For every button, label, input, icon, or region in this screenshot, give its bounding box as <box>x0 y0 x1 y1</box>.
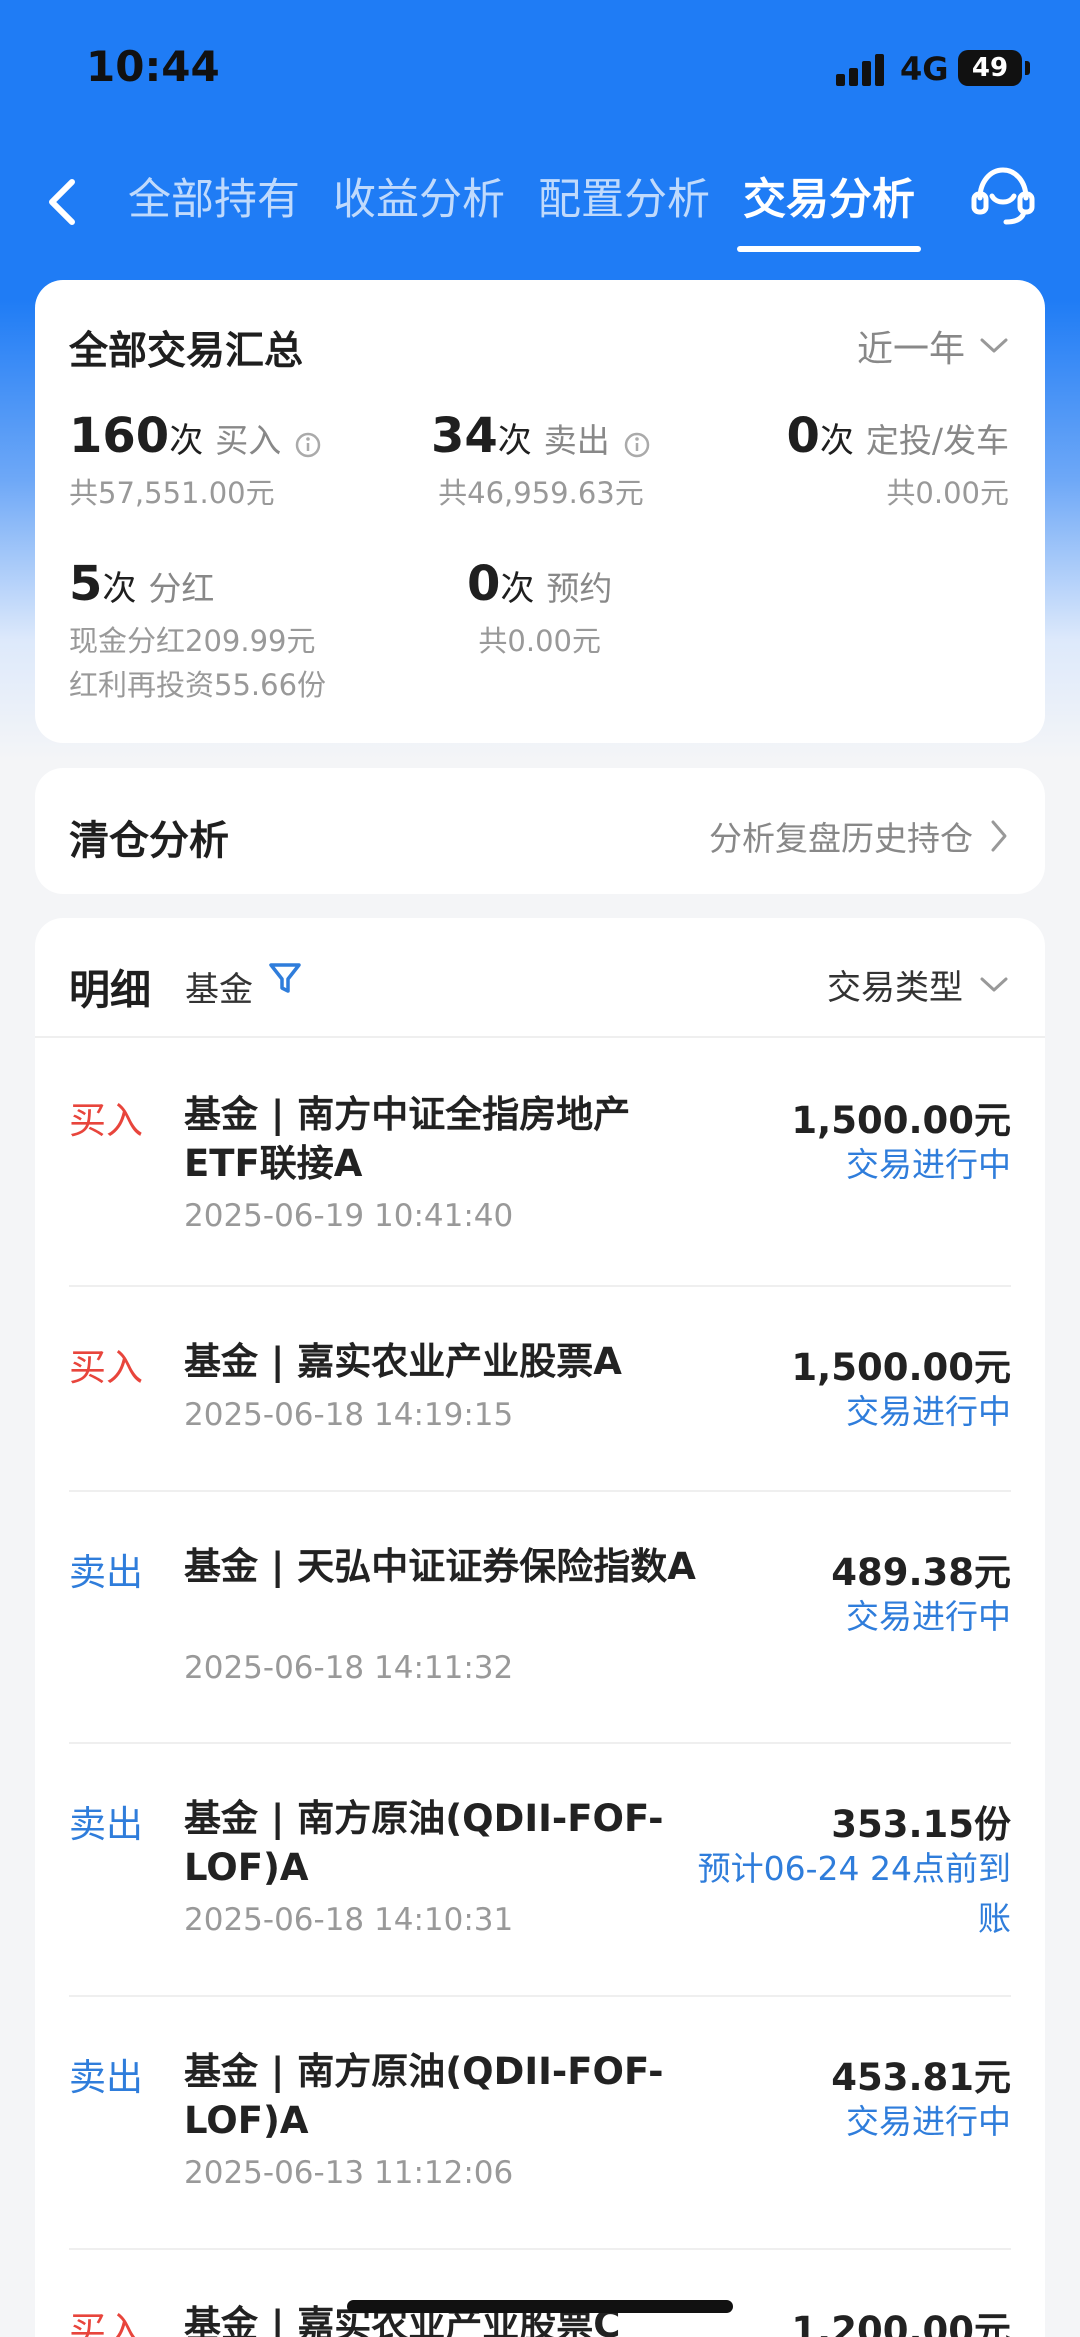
tab-allocation-analysis[interactable]: 配置分析 <box>538 160 710 240</box>
fund-filter[interactable]: 基金 <box>185 962 253 1011</box>
transaction-detail-card: 明细 基金 交易类型 买入 基金 | 南方中证全指房地产ETF联接A 2025-… <box>35 918 1045 2337</box>
transaction-type: 卖出 <box>69 2056 143 2099</box>
dividend-label: 分红 <box>148 569 215 608</box>
chevron-down-icon <box>980 977 1008 991</box>
transaction-time: 2025-06-18 14:10:31 <box>184 1902 514 1938</box>
chevron-down-icon <box>980 338 1008 353</box>
transaction-amount: 353.15份 <box>831 1803 1011 1846</box>
clearance-link[interactable]: 分析复盘历史持仓 <box>709 812 1009 860</box>
transaction-amount: 1,500.00元 <box>791 1099 1011 1142</box>
tab-all-holdings[interactable]: 全部持有 <box>128 160 300 240</box>
transaction-row[interactable]: 卖出 基金 | 南方原油(QDII-FOF-LOF)A 2025-06-13 1… <box>69 1997 1011 2250</box>
transaction-time: 2025-06-18 14:19:15 <box>184 1397 514 1433</box>
dividend-count: 5 <box>69 556 103 612</box>
network-type: 4G <box>900 50 949 88</box>
auto-invest-stat: 0次 定投/发车 共0.00元 <box>786 408 1009 512</box>
customer-service-icon[interactable] <box>968 160 1038 230</box>
back-icon[interactable] <box>36 158 96 238</box>
fund-name: 基金 | 南方原油(QDII-FOF-LOF)A <box>184 2050 664 2142</box>
clearance-analysis-card[interactable]: 清仓分析 分析复盘历史持仓 <box>35 768 1045 894</box>
dividend-unit: 次 <box>102 569 137 609</box>
buy-total: 共57,551.00元 <box>69 476 275 510</box>
transaction-status: 预计06-24 24点前到账 <box>697 1849 1011 1938</box>
home-indicator[interactable] <box>347 2300 733 2313</box>
range-label: 近一年 <box>856 329 965 370</box>
fund-name: 基金 | 南方原油(QDII-FOF-LOF)A <box>184 1797 664 1889</box>
transaction-row[interactable]: 买入 基金 | 南方中证全指房地产ETF联接A 2025-06-19 10:41… <box>69 1040 1011 1287</box>
auto-count: 0 <box>786 408 820 464</box>
reserve-stat: 0次 预约 共0.00元 <box>467 556 612 660</box>
auto-label: 定投/发车 <box>865 421 1009 460</box>
transaction-type: 买入 <box>69 1099 143 1142</box>
auto-unit: 次 <box>819 421 854 461</box>
transaction-type: 买入 <box>69 2309 143 2337</box>
chevron-right-icon <box>991 820 1007 852</box>
transaction-amount: 489.38元 <box>831 1551 1011 1594</box>
info-icon[interactable] <box>623 431 651 459</box>
transaction-row[interactable]: 买入 基金 | 嘉实农业产业股票C 1,200.00元 <box>69 2250 1011 2337</box>
transaction-row[interactable]: 卖出 基金 | 南方原油(QDII-FOF-LOF)A 2025-06-18 1… <box>69 1744 1011 1997</box>
transaction-time: 2025-06-19 10:41:40 <box>184 1198 514 1234</box>
fund-name: 基金 | 南方中证全指房地产ETF联接A <box>184 1093 631 1185</box>
dividend-cash: 现金分红209.99元 <box>69 624 316 658</box>
fund-name: 基金 | 嘉实农业产业股票A <box>184 1340 622 1383</box>
transaction-status: 交易进行中 <box>846 1392 1011 1431</box>
transaction-type-select[interactable]: 交易类型 <box>827 960 1009 1009</box>
summary-title: 全部交易汇总 <box>69 329 304 374</box>
signal-icon <box>836 54 888 86</box>
tab-bar: 全部持有 收益分析 配置分析 交易分析 <box>128 160 948 252</box>
top-nav: 全部持有 收益分析 配置分析 交易分析 <box>0 150 1080 260</box>
trade-summary-card: 全部交易汇总 近一年 160次 买入 共57,551.00元 34次 卖出 共46,… <box>35 280 1045 743</box>
reserve-label: 预约 <box>546 569 613 608</box>
transaction-time: 2025-06-18 14:11:32 <box>184 1650 514 1686</box>
transaction-row[interactable]: 买入 基金 | 嘉实农业产业股票A 2025-06-18 14:19:15 1,… <box>69 1287 1011 1492</box>
sell-label: 卖出 <box>543 421 610 460</box>
transaction-type: 买入 <box>69 1346 143 1389</box>
sell-total: 共46,959.63元 <box>438 476 644 510</box>
reserve-count: 0 <box>467 556 501 612</box>
transaction-type-label: 交易类型 <box>827 968 963 1008</box>
tab-trade-analysis[interactable]: 交易分析 <box>737 160 921 252</box>
sell-count: 34 <box>431 408 498 464</box>
fund-name: 基金 | 天弘中证证券保险指数A <box>184 1545 696 1588</box>
clearance-link-label: 分析复盘历史持仓 <box>709 819 973 858</box>
status-time: 10:44 <box>86 42 220 91</box>
reserve-total: 共0.00元 <box>478 624 601 658</box>
buy-label: 买入 <box>215 421 282 460</box>
tab-profit-analysis[interactable]: 收益分析 <box>333 160 505 240</box>
transaction-amount: 1,500.00元 <box>791 1346 1011 1389</box>
transaction-amount: 453.81元 <box>831 2056 1011 2099</box>
buy-stat: 160次 买入 共57,551.00元 <box>69 408 322 512</box>
detail-header: 明细 基金 交易类型 <box>35 918 1045 1038</box>
clearance-title: 清仓分析 <box>69 818 229 864</box>
transaction-type: 卖出 <box>69 1551 143 1594</box>
transaction-type: 卖出 <box>69 1803 143 1846</box>
battery-level: 49 <box>971 53 1009 83</box>
buy-count: 160 <box>69 408 170 464</box>
transaction-status: 交易进行中 <box>846 2102 1011 2141</box>
status-bar: 10:44 4G 49 <box>0 0 1080 130</box>
sell-stat: 34次 卖出 共46,959.63元 <box>431 408 651 512</box>
transaction-status: 交易进行中 <box>846 1597 1011 1636</box>
buy-unit: 次 <box>169 421 204 461</box>
transaction-time: 2025-06-13 11:12:06 <box>184 2155 514 2191</box>
detail-title: 明细 <box>69 966 151 1014</box>
range-select[interactable]: 近一年 <box>857 320 1009 372</box>
filter-icon[interactable] <box>265 958 305 998</box>
transaction-list: 买入 基金 | 南方中证全指房地产ETF联接A 2025-06-19 10:41… <box>35 1040 1045 2337</box>
dividend-stat: 5次 分红 现金分红209.99元 红利再投资55.66份 <box>69 556 326 704</box>
transaction-row[interactable]: 卖出 基金 | 天弘中证证券保险指数A 2025-06-18 14:11:32 … <box>69 1492 1011 1744</box>
transaction-status: 交易进行中 <box>846 1145 1011 1184</box>
transaction-amount: 1,200.00元 <box>791 2309 1011 2337</box>
battery-icon: 49 <box>958 50 1022 86</box>
auto-total: 共0.00元 <box>886 476 1009 510</box>
sell-unit: 次 <box>497 421 532 461</box>
dividend-reinvest: 红利再投资55.66份 <box>69 668 327 702</box>
battery-tip <box>1025 61 1030 75</box>
info-icon[interactable] <box>294 431 322 459</box>
reserve-unit: 次 <box>500 569 535 609</box>
